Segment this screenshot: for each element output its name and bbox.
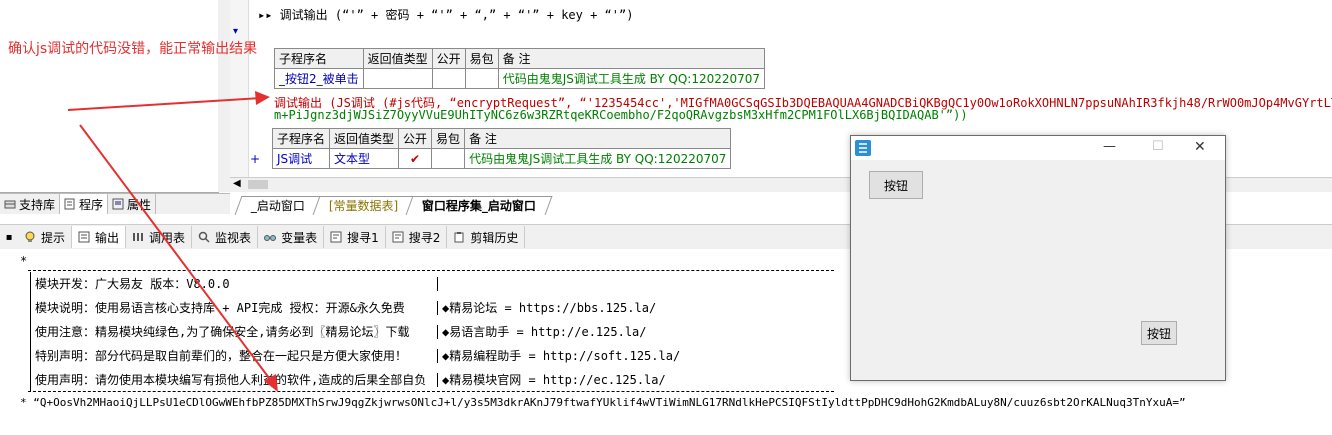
maximize-icon[interactable]: ☐ (1152, 139, 1164, 154)
arrowhead-output (264, 374, 278, 392)
arrow-to-code (67, 97, 263, 111)
window-titlebar[interactable]: — ☐ ✕ (851, 136, 1225, 160)
running-program-window[interactable]: — ☐ ✕ 按钮 按钮 (850, 135, 1226, 381)
minimize-icon[interactable]: — (1103, 139, 1116, 154)
arrowhead-code (255, 91, 270, 105)
window-button-2[interactable]: 按钮 (1141, 321, 1177, 345)
window-button-1[interactable]: 按钮 (869, 171, 923, 199)
arrow-to-output (79, 124, 273, 383)
easy-language-icon (855, 140, 871, 156)
close-icon[interactable]: ✕ (1194, 139, 1206, 155)
annotation-text: 确认js调试的代码没错，能正常输出结果 (8, 41, 258, 57)
